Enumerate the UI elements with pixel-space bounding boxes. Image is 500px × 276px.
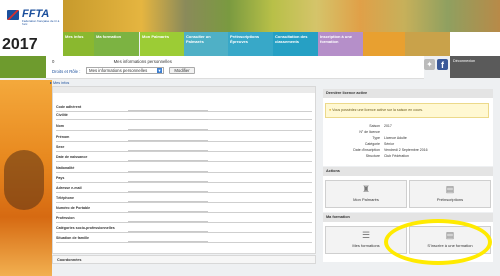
menu-preinscriptions[interactable]: Préinscriptions Épreuves [228,32,273,56]
breadcrumb-label[interactable]: Mes infos [53,81,69,85]
form-label: Sexe [56,145,65,149]
menu-label: Ma formation [96,34,122,39]
preinscriptions-button[interactable]: ▤ Préinscriptions [409,180,491,208]
field-profession[interactable] [128,221,208,222]
licence-alert-text: Vous possédez une licence active sur la … [332,108,424,112]
licence-details: Saison 2017 N° de licence Type Licence A… [330,124,490,160]
licence-line: 0 Mes informations personnelles [52,59,172,64]
menu-label: Consultation des classements [275,34,308,44]
menu-label: Mes infos [65,34,84,39]
trophy-icon: ♜ [361,184,371,194]
licence-value: Vendredi 2 Septembre 2016 [384,148,428,152]
licence-key: Structure [365,154,380,158]
menu-consulter-palmares[interactable]: Consulter un Palmarès [184,32,229,56]
menu-label: Inscription à une formation [320,34,353,44]
form-label: Profession [56,216,75,220]
licence-key: Type [372,136,380,140]
form-label: Date de naissance [56,155,88,159]
form-label: Adresse e-mail [56,186,82,190]
licence-number: 0 [52,59,55,64]
formation-section-title: Ma formation [323,213,493,222]
licence-section-title: Dernière licence active [323,89,493,98]
button-label: Préinscriptions [436,197,464,202]
season-year: 2017 [2,36,38,53]
field-date-naissance[interactable] [128,160,208,161]
menu-mon-palmares[interactable]: Mon Palmarès [140,32,185,56]
header-photo-strip [63,0,500,32]
menu-inscription-formation[interactable]: Inscription à une formation [318,32,363,56]
field-code-adherent[interactable] [128,110,208,111]
form-label: Catégories socio-professionnelles [56,226,115,230]
form-label: Civilité [56,113,68,117]
form-label: Nom [56,124,64,128]
ffta-logo-icon[interactable] [7,10,19,20]
field-prenom[interactable] [128,140,208,141]
licence-text: Mes informations personnelles [113,59,172,64]
field-situation[interactable] [128,241,208,242]
logo-subtitle: Fédération française de tir à l'arc [22,19,60,27]
twitter-icon[interactable]: ✦ [424,59,435,70]
field-pays[interactable] [128,181,208,182]
modifier-button[interactable]: Modifier [169,67,195,74]
highlight-annotation [384,219,492,265]
chevron-down-icon: ▾ [157,68,162,73]
field-email[interactable] [128,191,208,192]
header-right-panel [450,32,500,56]
menu-ma-formation[interactable]: Ma formation [94,32,139,56]
document-icon: ▤ [445,184,455,194]
menu-label: Mon Palmarès [142,34,170,39]
licence-row: Structure Club Fédération [330,154,490,160]
facebook-icon[interactable]: f [437,59,448,70]
form-label: Situation de famille [56,236,89,240]
form-label: Numéro de Portable [56,206,91,210]
coordonnees-section-header[interactable]: Coordonnées [52,255,316,264]
breadcrumb[interactable]: ▸ Mes infos [50,80,69,85]
form-label: Pays [56,176,65,180]
field-categories[interactable] [128,231,208,232]
field-nationalite[interactable] [128,171,208,172]
mon-palmares-button[interactable]: ♜ Mon Palmarès [325,180,407,208]
licence-alert: ● Vous possédez une licence active sur l… [325,103,489,118]
licence-key: Date d'inscription [353,148,380,152]
licence-value: Club Fédération [384,154,409,158]
field-sexe[interactable] [128,150,208,151]
licence-value: Licence Adulte [384,136,407,140]
form-label: Nationalité [56,166,75,170]
header-photo-tile [405,32,450,56]
licence-key: Saison [369,124,380,128]
menu-label: Consulter un Palmarès [186,34,211,44]
menu-classements[interactable]: Consultation des classements [273,32,318,56]
licence-key: Catégorie [364,142,380,146]
licence-value: 2017 [384,124,392,128]
field-civilite[interactable] [128,119,208,120]
form-label: Code adhérent [56,105,82,109]
archer-hand-image [4,150,44,210]
button-label: Mon Palmarès [353,197,379,202]
actions-section-title: Actions [323,167,493,176]
form-header-bar [53,87,315,93]
droits-role-label: Droits et Rôle : [52,69,81,74]
form-label: Téléphone [56,196,74,200]
field-portable[interactable] [128,211,208,212]
menu-label: Préinscriptions Épreuves [230,34,260,44]
menu-extra[interactable] [363,32,405,56]
role-select-value: Mes informations personnelles [89,68,148,73]
field-telephone[interactable] [128,201,208,202]
form-label: Prénom [56,135,70,139]
field-nom[interactable] [128,129,208,130]
button-label: Mes formations [352,243,380,248]
warning-icon: ● [329,108,332,112]
subbar-green-block [0,56,46,78]
role-select[interactable]: Mes informations personnelles ▾ [86,67,164,74]
licence-value: Sénior [384,142,395,146]
licence-key: N° de licence [359,130,380,134]
logout-label[interactable]: Déconnexion [453,59,475,63]
